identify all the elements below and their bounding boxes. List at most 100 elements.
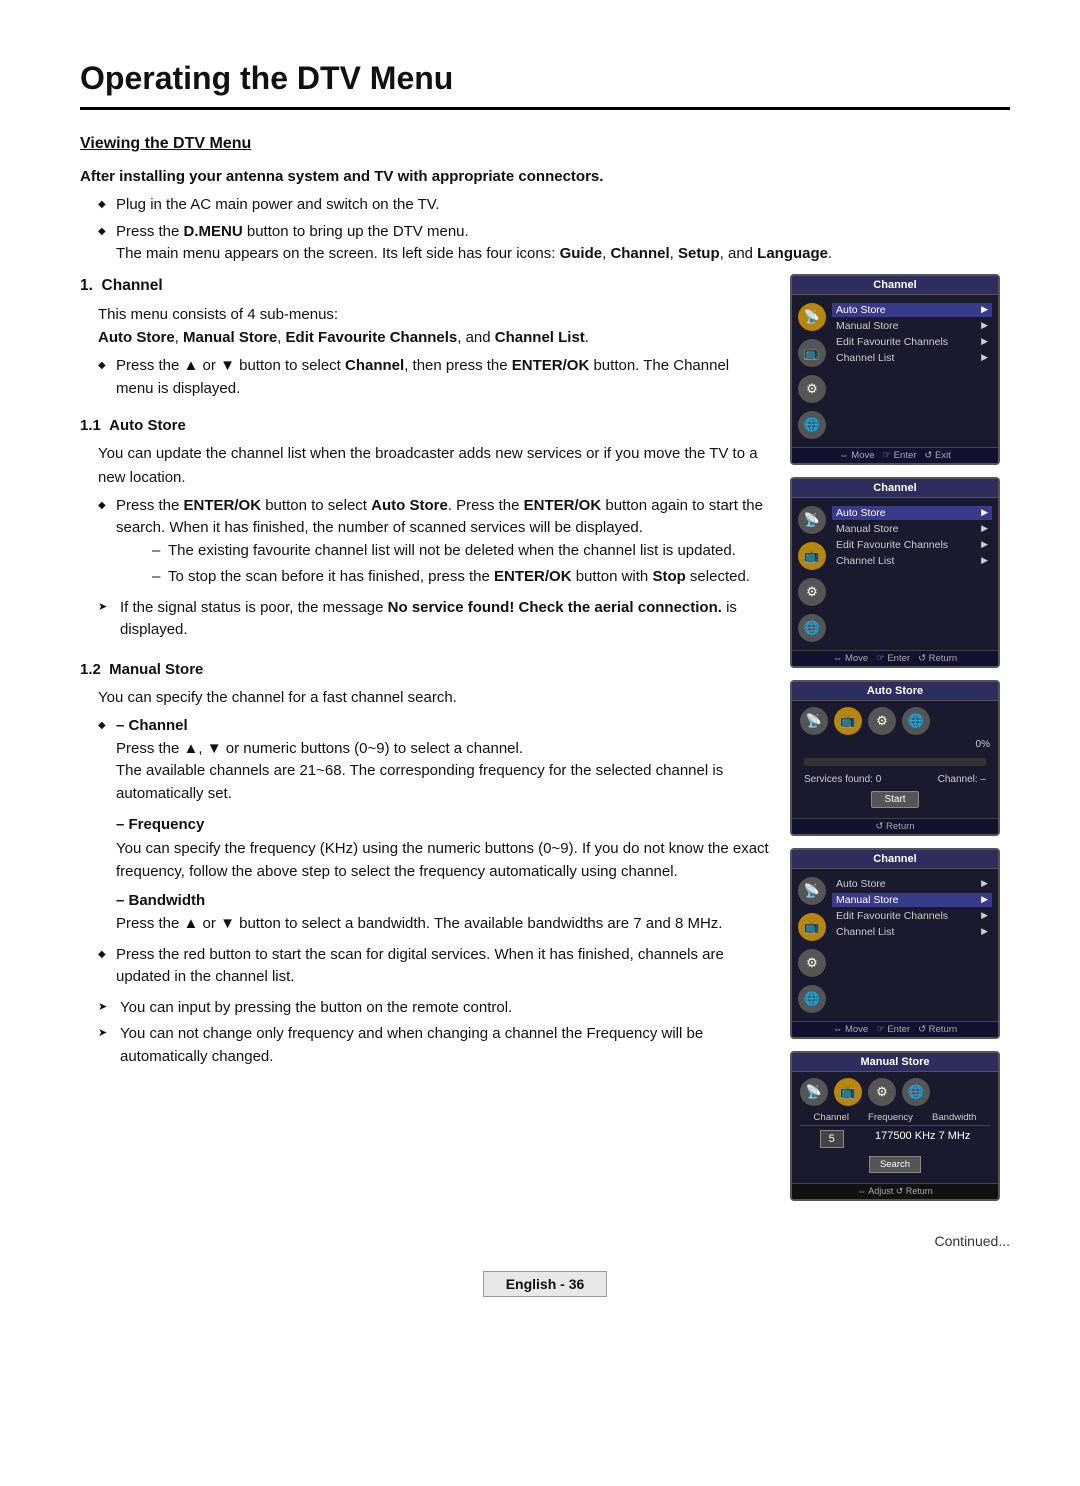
icon-ms-3: ⚙: [868, 1078, 896, 1106]
icon-channel: 📺: [798, 339, 826, 367]
icon-s4-3: ⚙: [798, 949, 826, 977]
search-button: Search: [869, 1156, 921, 1173]
icon-as-3: ⚙: [868, 707, 896, 735]
icon-ms-4: 🌐: [902, 1078, 930, 1106]
icon-language: 🌐: [798, 411, 826, 439]
arrow-frequency: You can not change only frequency and wh…: [98, 1023, 770, 1068]
menu-row-manual-store-2: Manual Store▶: [832, 522, 992, 536]
section-1-1-arrows: If the signal status is poor, the messag…: [80, 597, 770, 642]
icon-s4-4: 🌐: [798, 985, 826, 1013]
screen-4-menu: Auto Store▶ Manual Store▶ Edit Favourite…: [830, 873, 994, 1017]
page-title: Operating the DTV Menu: [80, 60, 1010, 110]
bullet-dmenu: Press the D.MENU button to bring up the …: [98, 221, 1010, 266]
section-1: 1. Channel This menu consists of 4 sub-m…: [80, 274, 770, 401]
screen-3-footer: ↺ Return: [792, 818, 998, 834]
icon-guide: 📡: [798, 303, 826, 331]
screen-1-menu: Auto Store▶ Manual Store▶ Edit Favourite…: [830, 299, 994, 443]
section-1-2-bullets: – Channel Press the ▲, ▼ or numeric butt…: [80, 715, 770, 805]
icon-guide-2: 📡: [798, 506, 826, 534]
screen-2-icons: 📡 📺 ⚙ 🌐: [796, 502, 830, 646]
icon-as-1: 📡: [800, 707, 828, 735]
section-1-2-channel: – Channel Press the ▲, ▼ or numeric butt…: [98, 715, 770, 805]
services-found-row: Services found: 0 Channel: –: [800, 772, 990, 787]
intro-bullets: Plug in the AC main power and switch on …: [80, 194, 1010, 266]
icon-setup: ⚙: [798, 375, 826, 403]
icon-ms-2: 📺: [834, 1078, 862, 1106]
section-1-1-dashes: The existing favourite channel list will…: [116, 540, 770, 589]
text-column: 1. Channel This menu consists of 4 sub-m…: [80, 274, 770, 1201]
screen-2-title: Channel: [792, 479, 998, 498]
bullet-power: Plug in the AC main power and switch on …: [98, 194, 1010, 217]
icon-language-2: 🌐: [798, 614, 826, 642]
frequency-section: – Frequency You can specify the frequenc…: [80, 813, 770, 883]
menu-row-channel-list: Channel List▶: [832, 351, 992, 365]
screen-4-icons: 📡 📺 ⚙ 🌐: [796, 873, 830, 1017]
section-1-title: 1. Channel: [80, 274, 770, 298]
ms-values: 5 177500 KHz 7 MHz: [800, 1126, 990, 1152]
bandwidth-section: – Bandwidth Press the ▲ or ▼ button to s…: [80, 889, 770, 936]
ms-col-freq: Frequency: [868, 1112, 913, 1123]
menu-row-edit-4: Edit Favourite Channels▶: [832, 909, 992, 923]
icon-s4-1: 📡: [798, 877, 826, 905]
screens-column: Channel 📡 📺 ⚙ 🌐 Auto Store▶ Manual Store…: [790, 274, 1010, 1201]
menu-row-channel-list-2: Channel List▶: [832, 554, 992, 568]
section-1-bullets: Press the ▲ or ▼ button to select Channe…: [80, 355, 770, 400]
section-1-bullet: Press the ▲ or ▼ button to select Channe…: [98, 355, 770, 400]
main-menu-desc: The main menu appears on the screen. Its…: [116, 245, 832, 262]
menu-row-manual-4: Manual Store▶: [832, 893, 992, 907]
ms-channel-val: 5: [820, 1130, 844, 1148]
icon-setup-2: ⚙: [798, 578, 826, 606]
section-heading: Viewing the DTV Menu: [80, 132, 1010, 157]
menu-row-auto-4: Auto Store▶: [832, 877, 992, 891]
screen-2: Channel 📡 📺 ⚙ 🌐 Auto Store▶ Manual Store…: [790, 477, 1000, 668]
screen-1: Channel 📡 📺 ⚙ 🌐 Auto Store▶ Manual Store…: [790, 274, 1000, 465]
continued-text: Continued...: [80, 1231, 1010, 1253]
footer-badge: English - 36: [80, 1276, 1010, 1313]
arrow-input: You can input by pressing the button on …: [98, 997, 770, 1020]
ms-col-channel: Channel: [814, 1112, 849, 1123]
icon-as-2: 📺: [834, 707, 862, 735]
screen-3: Auto Store 📡 📺 ⚙ 🌐 0% Services found: 0 …: [790, 680, 1000, 836]
ms-col-bw: Bandwidth: [932, 1112, 976, 1123]
section-1-2-red: Press the red button to start the scan f…: [80, 944, 770, 989]
section-1-1-bullets: Press the ENTER/OK button to select Auto…: [80, 495, 770, 589]
section-1-2-arrows: You can input by pressing the button on …: [80, 997, 770, 1069]
icon-channel-2: 📺: [798, 542, 826, 570]
intro-bold: After installing your antenna system and…: [80, 165, 1010, 188]
footer-label: English - 36: [483, 1271, 608, 1297]
section-1-1-bullet1: Press the ENTER/OK button to select Auto…: [98, 495, 770, 589]
progress-percent: 0%: [976, 739, 990, 750]
section-1-1: 1.1 Auto Store You can update the channe…: [80, 414, 770, 642]
icon-as-4: 🌐: [902, 707, 930, 735]
screen-5-footer: ⇔ Adjust ↺ Return: [792, 1183, 998, 1199]
progress-bar: [804, 758, 986, 766]
menu-row-edit-fav-2: Edit Favourite Channels▶: [832, 538, 992, 552]
section-1-1-title: 1.1 Auto Store: [80, 414, 770, 437]
screen-1-title: Channel: [792, 276, 998, 295]
menu-row-auto-store: Auto Store▶: [832, 303, 992, 317]
screen-4: Channel 📡 📺 ⚙ 🌐 Auto Store▶ Manual Store…: [790, 848, 1000, 1039]
menu-row-edit-fav: Edit Favourite Channels▶: [832, 335, 992, 349]
icon-s4-2: 📺: [798, 913, 826, 941]
screen-4-title: Channel: [792, 850, 998, 869]
screen-5: Manual Store 📡 📺 ⚙ 🌐 Channel Frequency B…: [790, 1051, 1000, 1201]
menu-row-cl-4: Channel List▶: [832, 925, 992, 939]
main-content: 1. Channel This menu consists of 4 sub-m…: [80, 274, 1010, 1201]
start-button: Start: [871, 791, 918, 808]
section-1-desc: This menu consists of 4 sub-menus: Auto …: [80, 303, 770, 350]
icon-ms-1: 📡: [800, 1078, 828, 1106]
screen-2-footer: ⇔ Move☞ Enter↺ Return: [792, 650, 998, 666]
arrow-1: If the signal status is poor, the messag…: [98, 597, 770, 642]
dash-1: The existing favourite channel list will…: [152, 540, 770, 563]
red-button-bullet: Press the red button to start the scan f…: [98, 944, 770, 989]
screen-3-title: Auto Store: [792, 682, 998, 701]
menu-row-manual-store: Manual Store▶: [832, 319, 992, 333]
section-1-1-desc: You can update the channel list when the…: [80, 442, 770, 489]
section-1-2-desc: You can specify the channel for a fast c…: [80, 686, 770, 709]
menu-row-auto-store-2: Auto Store▶: [832, 506, 992, 520]
ms-header: Channel Frequency Bandwidth: [800, 1110, 990, 1126]
screen-1-icons: 📡 📺 ⚙ 🌐: [796, 299, 830, 443]
section-1-2-title: 1.2 Manual Store: [80, 658, 770, 681]
dash-2: To stop the scan before it has finished,…: [152, 566, 770, 589]
channel-dash: Channel: –: [938, 774, 986, 785]
